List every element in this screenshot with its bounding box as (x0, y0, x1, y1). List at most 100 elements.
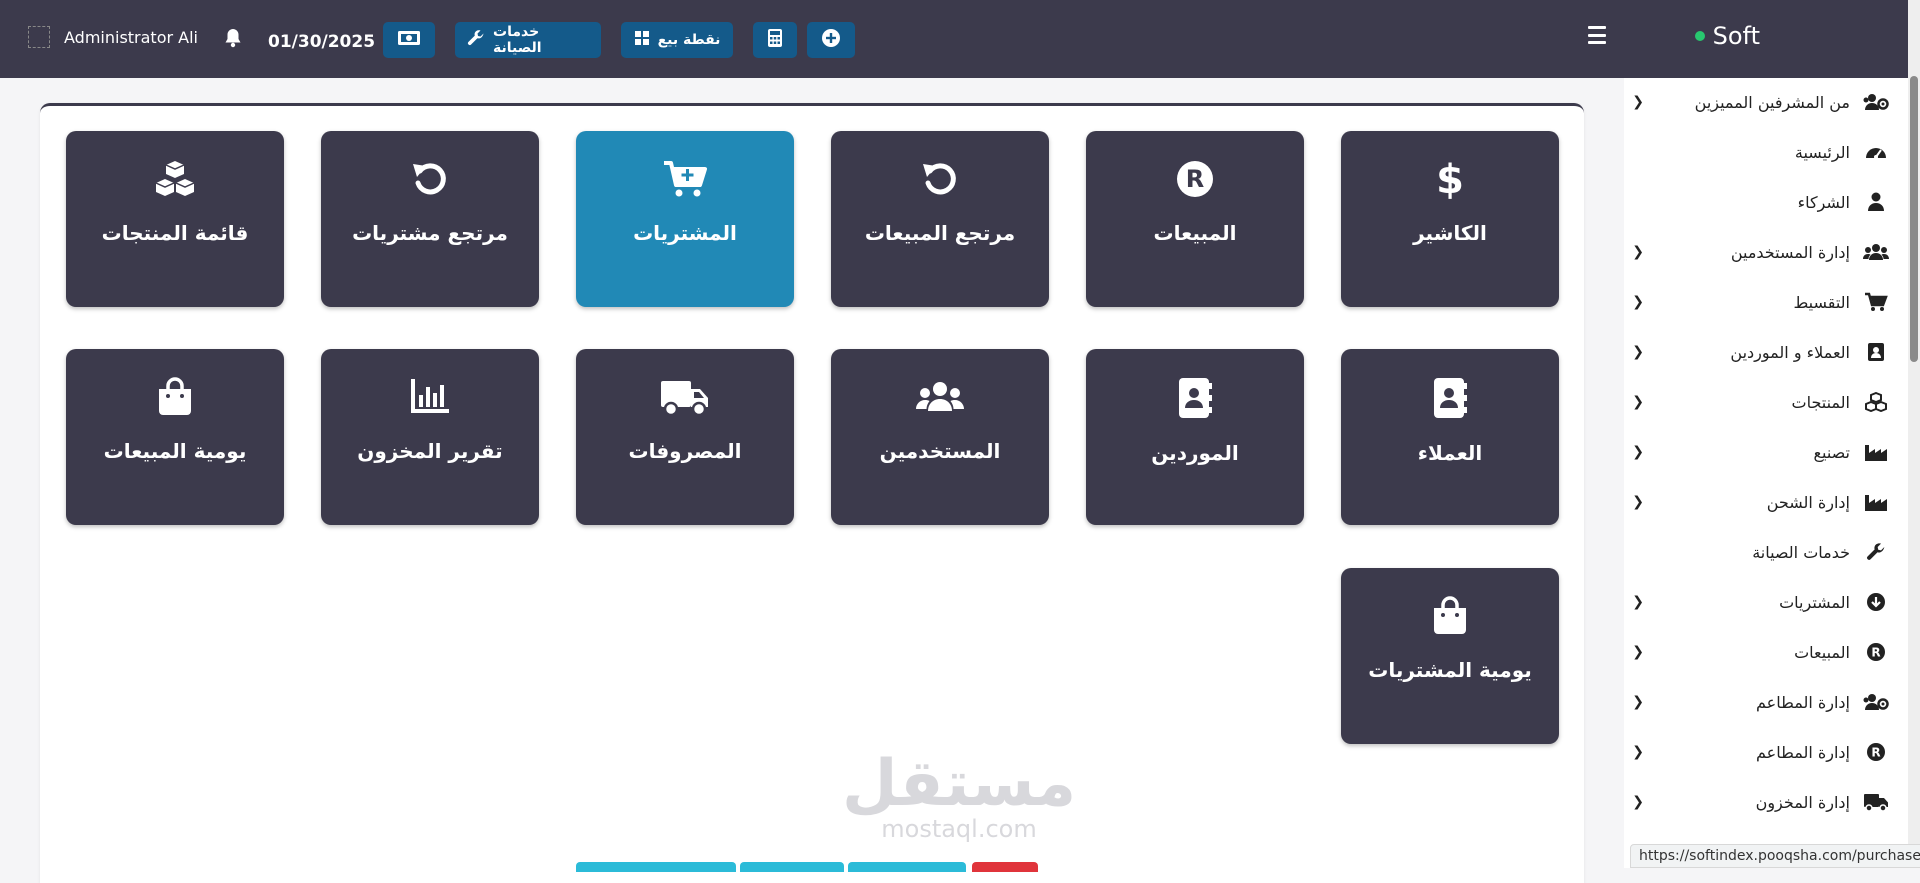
sidebar-item-sales[interactable]: R المبيعات ❮ (1628, 632, 1890, 672)
industry-icon (1862, 442, 1890, 462)
sidebar-item-user-management[interactable]: إدارة المستخدمين ❮ (1628, 232, 1890, 272)
svg-text:R: R (1871, 746, 1880, 760)
undo-icon (920, 159, 960, 203)
tile-label: المبيعات (1153, 221, 1237, 245)
industry-icon (1862, 492, 1890, 512)
brand-name: Soft (1712, 22, 1760, 50)
chevron-left-icon: ❮ (1632, 594, 1644, 610)
sidebar-item-shipping[interactable]: إدارة الشحن ❮ (1628, 482, 1890, 522)
tile-sales[interactable]: R المبيعات (1086, 131, 1304, 307)
sidebar-item-label: إدارة المخزون (1755, 792, 1850, 812)
truck-icon (1862, 792, 1890, 812)
undo-icon (410, 159, 450, 203)
users-gear-icon (1862, 692, 1890, 712)
menu-toggle-icon[interactable] (1588, 26, 1606, 44)
tile-customers[interactable]: العملاء (1341, 349, 1559, 525)
calculator-button[interactable] (753, 22, 797, 58)
cash-button[interactable] (383, 22, 435, 58)
add-button[interactable] (807, 22, 855, 58)
sidebar-item-label: المبيعات (1794, 642, 1850, 662)
link-status-bar: https://softindex.pooqsha.com/purchases (1630, 844, 1920, 868)
sidebar-scrollbar[interactable] (1908, 0, 1920, 868)
bar-chart-icon (409, 377, 451, 421)
chevron-left-icon: ❮ (1632, 394, 1644, 410)
pos-button-label: نقطة بيع (657, 32, 721, 48)
circle-r-icon: R (1862, 742, 1890, 762)
tile-daily-purchases[interactable]: يومية المشتريات (1341, 568, 1559, 744)
wrench-icon (467, 29, 485, 51)
svg-text:$: $ (1436, 159, 1464, 199)
users-icon (1862, 242, 1890, 262)
sidebar-item-restaurants-2[interactable]: R إدارة المطاعم ❮ (1628, 732, 1890, 772)
chevron-left-icon: ❮ (1632, 444, 1644, 460)
maintenance-button[interactable]: خدمات الصيانة (455, 22, 601, 58)
bottom-danger-button[interactable] (972, 862, 1038, 872)
sidebar-item-label: الرئيسية (1794, 142, 1850, 162)
tile-purchase-returns[interactable]: مرتجع مشتريات (321, 131, 539, 307)
wrench-icon (1862, 542, 1890, 562)
sidebar-item-purchases[interactable]: المشتريات ❮ (1628, 582, 1890, 622)
tile-product-list[interactable]: قائمة المنتجات (66, 131, 284, 307)
sidebar-item-installments[interactable]: التقسيط ❮ (1628, 282, 1890, 322)
tile-daily-sales[interactable]: يومية المبيعات (66, 349, 284, 525)
sidebar-item-label: إدارة الشحن (1766, 492, 1850, 512)
gauge-icon (1862, 142, 1890, 162)
sidebar-item-label: المنتجات (1791, 392, 1851, 412)
tile-label: تقرير المخزون (357, 439, 503, 463)
sidebar-item-customers-suppliers[interactable]: العملاء و الموردين ❮ (1628, 332, 1890, 372)
bottom-action-button[interactable] (740, 862, 844, 872)
contact-card-icon (1862, 342, 1890, 362)
online-status-dot (1694, 31, 1705, 41)
contact-book-icon (1432, 377, 1468, 423)
scrollbar-thumb[interactable] (1910, 76, 1918, 362)
tile-inventory-report[interactable]: تقرير المخزون (321, 349, 539, 525)
tile-label: العملاء (1417, 441, 1483, 465)
sidebar-item-products[interactable]: المنتجات ❮ (1628, 382, 1890, 422)
sidebar-item-label: تصنيع (1813, 442, 1851, 462)
tile-label: المشتريات (633, 221, 737, 245)
chevron-left-icon: ❮ (1632, 644, 1644, 660)
tile-sales-returns[interactable]: مرتجع المبيعات (831, 131, 1049, 307)
tile-label: يومية المبيعات (103, 439, 247, 463)
sidebar-item-maintenance[interactable]: خدمات الصيانة (1628, 532, 1890, 572)
tile-suppliers[interactable]: الموردين (1086, 349, 1304, 525)
sidebar-item-home[interactable]: الرئيسية (1628, 132, 1890, 172)
tile-users[interactable]: المستخدمين (831, 349, 1049, 525)
status-url: https://softindex.pooqsha.com/purchases (1639, 848, 1920, 864)
tile-label: الكاشير (1413, 221, 1487, 245)
tile-label: المستخدمين (879, 439, 1001, 463)
users-gear-icon (1862, 92, 1890, 112)
chevron-left-icon: ❮ (1632, 294, 1644, 310)
brand-logo[interactable]: Soft (1694, 22, 1760, 50)
sidebar-item-restaurants[interactable]: إدارة المطاعم ❮ (1628, 682, 1890, 722)
truck-icon (660, 377, 710, 421)
sidebar-item-manufacturing[interactable]: تصنيع ❮ (1628, 432, 1890, 472)
tile-label: يومية المشتريات (1368, 658, 1532, 682)
sidebar-item-label: المشتريات (1779, 592, 1850, 612)
tile-purchases[interactable]: المشتريات (576, 131, 794, 307)
tile-expenses[interactable]: المصروفات (576, 349, 794, 525)
user-menu[interactable]: Administrator Ali (28, 26, 198, 48)
bottom-action-button[interactable] (576, 862, 736, 872)
shopping-bag-icon (1432, 596, 1468, 640)
sidebar-item-partners[interactable]: الشركاء (1628, 182, 1890, 222)
circle-arrow-down-icon (1862, 592, 1890, 612)
bell-icon[interactable] (224, 28, 242, 52)
bottom-action-button[interactable] (848, 862, 966, 872)
svg-text:R: R (1186, 165, 1204, 193)
tile-label: الموردين (1151, 441, 1239, 465)
current-date: 01/30/2025 (268, 32, 376, 52)
tile-cashier[interactable]: $ الكاشير (1341, 131, 1559, 307)
maintenance-button-label: خدمات الصيانة (493, 24, 542, 56)
sidebar-item-label: إدارة المطاعم (1756, 742, 1850, 762)
watermark-text: مستقل (842, 747, 1077, 821)
sidebar-item-featured-admins[interactable]: من المشرفين المميزين ❮ (1628, 82, 1890, 122)
circle-r-icon: R (1862, 642, 1890, 662)
sidebar-item-inventory[interactable]: إدارة المخزون ❮ (1628, 782, 1890, 822)
cart-plus-icon (1862, 292, 1890, 312)
pos-button[interactable]: نقطة بيع (621, 22, 733, 58)
watermark: مستقل mostaql.com (842, 752, 1076, 862)
sidebar-item-label: خدمات الصيانة (1752, 542, 1850, 562)
circle-r-icon: R (1175, 159, 1215, 203)
grid-icon (634, 30, 650, 50)
